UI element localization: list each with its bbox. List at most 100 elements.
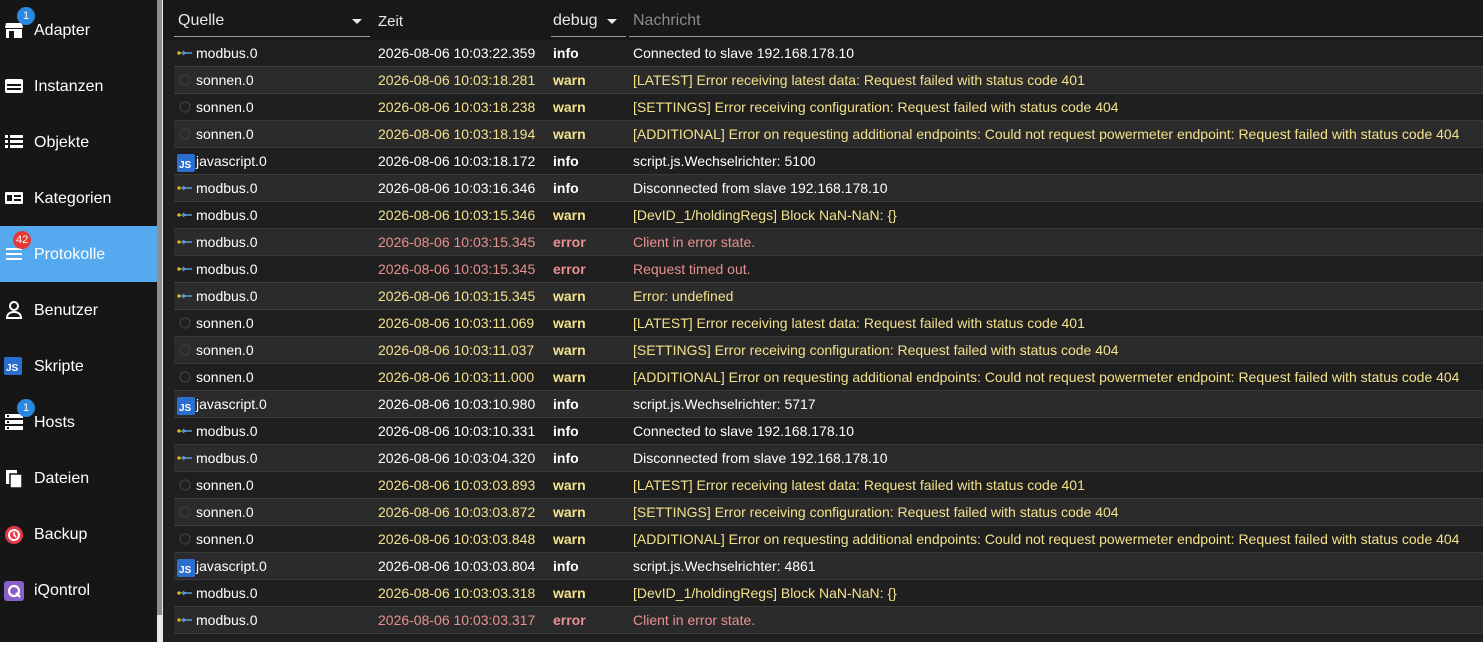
log-source: sonnen.0: [196, 126, 254, 142]
log-severity: error: [553, 261, 586, 277]
log-message: [DevID_1/holdingRegs] Block NaN-NaN: {}: [633, 585, 897, 601]
log-severity: warn: [553, 369, 586, 385]
log-message: [LATEST] Error receiving latest data: Re…: [633, 72, 1085, 88]
log-time: 2026-08-06 10:03:03.893: [378, 477, 536, 493]
sidebar-item-iqontrol[interactable]: iQontrol: [0, 562, 157, 618]
log-message: [LATEST] Error receiving latest data: Re…: [633, 315, 1085, 331]
log-time: 2026-08-06 10:03:18.194: [378, 126, 536, 142]
sidebar-item-adapter[interactable]: Adapter 1: [0, 2, 157, 58]
modbus-icon: [177, 208, 193, 222]
log-severity: info: [553, 180, 579, 196]
table-row[interactable]: sonnen.0 2026-08-06 10:03:11.069 warn [LATE…: [174, 310, 1483, 337]
svg-text:JS: JS: [6, 363, 19, 374]
sidebar-item-dateien[interactable]: Dateien: [0, 450, 157, 506]
log-source: modbus.0: [196, 423, 258, 439]
backup-icon: [4, 525, 24, 544]
table-row[interactable]: modbus.0 2026-08-06 10:03:22.359 info Conne…: [174, 40, 1483, 67]
table-row[interactable]: JS javascript.0 2026-08-06 10:03:10.980 inf…: [174, 391, 1483, 418]
bottom-edge: [0, 642, 1483, 648]
log-severity: warn: [553, 72, 586, 88]
table-row[interactable]: sonnen.0 2026-08-06 10:03:03.893 warn [LATE…: [174, 472, 1483, 499]
log-message: [ADDITIONAL] Error on requesting additio…: [633, 126, 1460, 142]
log-message: script.js.Wechselrichter: 5717: [633, 396, 816, 412]
log-time: 2026-08-06 10:03:15.346: [378, 207, 536, 223]
log-message: script.js.Wechselrichter: 4861: [633, 558, 816, 574]
log-time: 2026-08-06 10:03:18.172: [378, 153, 536, 169]
log-message: [ADDITIONAL] Error on requesting additio…: [633, 369, 1460, 385]
javascript-icon: JS: [177, 397, 195, 415]
log-message: [SETTINGS] Error receiving configuration…: [633, 342, 1119, 358]
table-row[interactable]: JS javascript.0 2026-08-06 10:03:18.172 inf…: [174, 148, 1483, 175]
table-row[interactable]: modbus.0 2026-08-06 10:03:15.345 error Requ…: [174, 256, 1483, 283]
table-row[interactable]: modbus.0 2026-08-06 10:03:04.320 info Disco…: [174, 445, 1483, 472]
log-time: 2026-08-06 10:03:03.804: [378, 558, 536, 574]
log-source: modbus.0: [196, 45, 258, 61]
sidebar-item-hosts[interactable]: Hosts 1: [0, 394, 157, 450]
log-source: modbus.0: [196, 450, 258, 466]
log-severity: info: [553, 423, 579, 439]
sidebar-item-label: Instanzen: [34, 78, 104, 95]
table-row[interactable]: JS javascript.0 2026-08-06 10:03:03.804 inf…: [174, 553, 1483, 580]
table-row[interactable]: sonnen.0 2026-08-06 10:03:03.848 warn [ADDI…: [174, 526, 1483, 553]
notification-badge: 1: [17, 7, 35, 25]
user-icon: [4, 301, 24, 319]
table-row[interactable]: modbus.0 2026-08-06 10:03:03.317 error Clie…: [174, 607, 1483, 634]
log-source: modbus.0: [196, 612, 258, 628]
sidebar-item-label: Protokolle: [34, 246, 106, 263]
log-message: Connected to slave 192.168.178.10: [633, 45, 855, 61]
sonnen-icon: [177, 532, 193, 546]
sidebar-item-label: Dateien: [34, 470, 90, 487]
log-message: [SETTINGS] Error receiving configuration…: [633, 99, 1119, 115]
table-row[interactable]: modbus.0 2026-08-06 10:03:10.331 info Conne…: [174, 418, 1483, 445]
table-row[interactable]: sonnen.0 2026-08-06 10:03:03.872 warn [SETT…: [174, 499, 1483, 526]
sidebar-item-backup[interactable]: Backup: [0, 506, 157, 562]
sidebar-item-skripte[interactable]: JS Skripte: [0, 338, 157, 394]
log-time: 2026-08-06 10:03:03.848: [378, 531, 536, 547]
table-row[interactable]: modbus.0 2026-08-06 10:03:15.345 warn Error…: [174, 283, 1483, 310]
table-row[interactable]: sonnen.0 2026-08-06 10:03:18.281 warn [LATE…: [174, 67, 1483, 94]
sidebar-item-kategorien[interactable]: Kategorien: [0, 170, 157, 226]
sonnen-icon: [177, 478, 193, 492]
iqontrol-icon: [4, 581, 24, 601]
table-row[interactable]: sonnen.0 2026-08-06 10:03:18.238 warn [SETT…: [174, 94, 1483, 121]
table-row[interactable]: sonnen.0 2026-08-06 10:03:11.000 warn [ADDI…: [174, 364, 1483, 391]
log-time: 2026-08-06 10:03:10.980: [378, 396, 536, 412]
table-row[interactable]: sonnen.0 2026-08-06 10:03:18.194 warn [ADDI…: [174, 121, 1483, 148]
sonnen-icon: [177, 370, 193, 384]
scrollbar-thumb[interactable]: [157, 0, 162, 615]
log-time: 2026-08-06 10:03:22.359: [378, 45, 536, 61]
source-filter[interactable]: Quelle: [178, 12, 224, 30]
sidebar-item-protokolle[interactable]: Protokolle 42: [0, 226, 157, 282]
table-row[interactable]: modbus.0 2026-08-06 10:03:15.345 error Clie…: [174, 229, 1483, 256]
log-severity: info: [553, 396, 579, 412]
modbus-icon: [177, 46, 193, 60]
log-source: modbus.0: [196, 180, 258, 196]
sonnen-icon: [177, 505, 193, 519]
log-time: 2026-08-06 10:03:15.345: [378, 288, 536, 304]
instances-icon: [4, 77, 24, 95]
log-severity: warn: [553, 315, 586, 331]
table-row[interactable]: modbus.0 2026-08-06 10:03:16.346 info Disco…: [174, 175, 1483, 202]
files-icon: [4, 469, 24, 489]
log-message: Disconnected from slave 192.168.178.10: [633, 450, 888, 466]
log-time: 2026-08-06 10:03:15.345: [378, 261, 536, 277]
sidebar-item-instanzen[interactable]: Instanzen: [0, 58, 157, 114]
log-source: sonnen.0: [196, 504, 254, 520]
sonnen-icon: [177, 100, 193, 114]
time-column-header: Zeit: [378, 13, 404, 30]
table-row[interactable]: modbus.0 2026-08-06 10:03:03.318 warn [DevI…: [174, 580, 1483, 607]
list-icon: [4, 133, 24, 151]
sidebar-item-label: Backup: [34, 526, 88, 543]
chevron-down-icon[interactable]: [352, 19, 362, 24]
level-filter-underline: [551, 36, 626, 37]
table-row[interactable]: sonnen.0 2026-08-06 10:03:11.037 warn [SETT…: [174, 337, 1483, 364]
message-filter-input[interactable]: Nachricht: [633, 12, 701, 30]
level-filter[interactable]: debug: [553, 12, 598, 30]
chevron-down-icon[interactable]: [607, 19, 617, 24]
log-source: sonnen.0: [196, 72, 254, 88]
notification-badge: 1: [17, 399, 35, 417]
sidebar-item-label: Adapter: [34, 22, 91, 39]
sidebar-item-benutzer[interactable]: Benutzer: [0, 282, 157, 338]
sidebar-item-objekte[interactable]: Objekte: [0, 114, 157, 170]
table-row[interactable]: modbus.0 2026-08-06 10:03:15.346 warn [DevI…: [174, 202, 1483, 229]
